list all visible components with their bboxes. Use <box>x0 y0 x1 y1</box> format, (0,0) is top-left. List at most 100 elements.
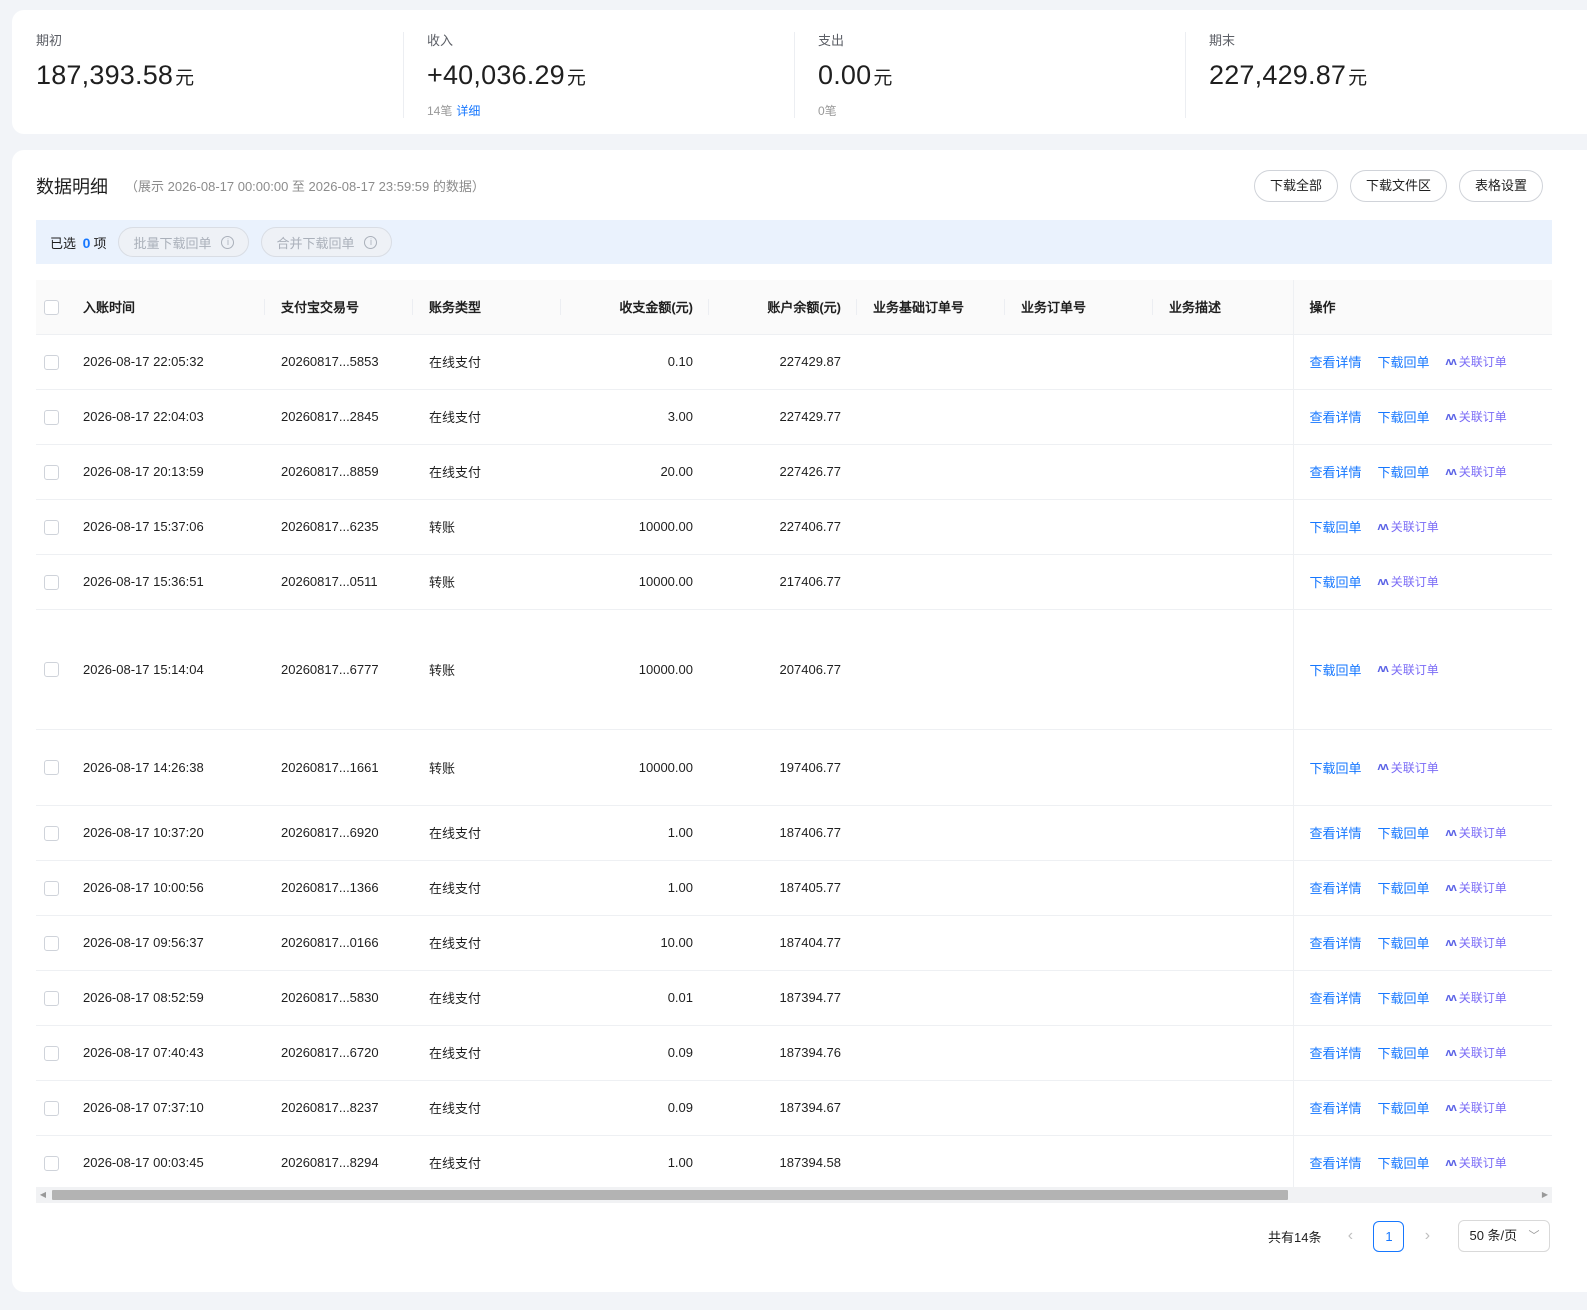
row-checkbox[interactable] <box>44 464 59 480</box>
download-files-button[interactable]: 下载文件区 <box>1350 170 1448 202</box>
cell-desc <box>1153 805 1293 861</box>
link-order-link[interactable]: ʌʌ 关联订单 <box>1446 824 1507 841</box>
batch-download-button[interactable]: 批量下载回单 i <box>118 227 250 257</box>
table-settings-button[interactable]: 表格设置 <box>1459 170 1544 202</box>
view-detail-link[interactable]: 查看详情 <box>1310 933 1362 952</box>
row-checkbox[interactable] <box>44 354 59 370</box>
download-receipt-link[interactable]: 下载回单 <box>1310 517 1362 536</box>
cell-amount: 10000.00 <box>561 609 709 730</box>
cell-balance: 187394.67 <box>709 1080 857 1136</box>
link-order-link[interactable]: ʌʌ 关联订单 <box>1378 759 1439 776</box>
view-detail-link[interactable]: 查看详情 <box>1310 352 1362 371</box>
cell-trade-no: 20260817...8859 <box>265 444 413 500</box>
data-detail-panel: 数据明细 （展示 2026-08-17 00:00:00 至 2026-08-1… <box>12 150 1587 1292</box>
col-type: 账务类型 <box>413 280 561 335</box>
next-page-button[interactable]: › <box>1416 1227 1438 1245</box>
download-receipt-link[interactable]: 下载回单 <box>1378 1098 1430 1117</box>
cell-amount: 1.00 <box>561 1135 709 1191</box>
download-receipt-link[interactable]: 下载回单 <box>1378 933 1430 952</box>
row-checkbox[interactable] <box>44 990 59 1006</box>
income-detail-link[interactable]: 详细 <box>456 104 480 118</box>
view-detail-link[interactable]: 查看详情 <box>1310 462 1362 481</box>
table-row: 2026-08-17 10:37:20 20260817...6920 在线支付 1.… <box>36 805 1552 861</box>
cell-order <box>1005 915 1153 971</box>
stat-income: 收入 +40,036.29 元 14笔 详细 <box>403 32 794 134</box>
cell-amount: 1.00 <box>561 805 709 861</box>
col-time[interactable]: 入账时间 <box>68 280 265 335</box>
col-order: 业务订单号 <box>1005 280 1153 335</box>
download-receipt-link[interactable]: 下载回单 <box>1378 1153 1430 1172</box>
prev-page-button[interactable]: ‹ <box>1339 1227 1361 1245</box>
link-order-link[interactable]: ʌʌ 关联订单 <box>1446 353 1507 370</box>
table-row: 2026-08-17 22:04:03 20260817...2845 在线支付 3.… <box>36 389 1552 445</box>
view-detail-link[interactable]: 查看详情 <box>1310 878 1362 897</box>
download-receipt-link[interactable]: 下载回单 <box>1378 407 1430 426</box>
table-row: 2026-08-17 10:00:56 20260817...1366 在线支付 1.… <box>36 860 1552 916</box>
cell-ops: 查看详情 下载回单 ʌʌ 关联订单 <box>1292 970 1552 1026</box>
link-order-link[interactable]: ʌʌ 关联订单 <box>1446 463 1507 480</box>
view-detail-link[interactable]: 查看详情 <box>1310 1043 1362 1062</box>
cell-order <box>1005 1080 1153 1136</box>
row-checkbox[interactable] <box>44 880 59 896</box>
row-checkbox[interactable] <box>44 1045 59 1061</box>
download-receipt-link[interactable]: 下载回单 <box>1310 758 1362 777</box>
row-checkbox[interactable] <box>44 519 59 535</box>
download-receipt-link[interactable]: 下载回单 <box>1310 660 1362 679</box>
row-checkbox-cell <box>36 389 68 445</box>
link-order-link[interactable]: ʌʌ 关联订单 <box>1446 408 1507 425</box>
cell-type: 在线支付 <box>413 860 561 916</box>
page-number-button[interactable]: 1 <box>1373 1220 1405 1252</box>
row-checkbox[interactable] <box>44 825 59 841</box>
cell-balance: 227406.77 <box>709 499 857 555</box>
link-order-link[interactable]: ʌʌ 关联订单 <box>1446 1154 1507 1171</box>
chevron-right-icon[interactable]: ▶ <box>1538 1187 1552 1203</box>
select-all-checkbox[interactable] <box>44 299 59 315</box>
download-receipt-link[interactable]: 下载回单 <box>1378 462 1430 481</box>
row-checkbox[interactable] <box>44 1155 59 1171</box>
chevron-left-icon[interactable]: ◀ <box>36 1187 50 1203</box>
horizontal-scrollbar[interactable]: ◀ ▶ <box>36 1187 1552 1203</box>
row-checkbox[interactable] <box>44 409 59 425</box>
view-detail-link[interactable]: 查看详情 <box>1310 1098 1362 1117</box>
link-order-link[interactable]: ʌʌ 关联订单 <box>1378 661 1439 678</box>
download-receipt-link[interactable]: 下载回单 <box>1310 572 1362 591</box>
table-row: 2026-08-17 08:52:59 20260817...5830 在线支付 0.… <box>36 970 1552 1026</box>
cell-type: 转账 <box>413 499 561 555</box>
cell-desc <box>1153 609 1293 730</box>
row-checkbox[interactable] <box>44 574 59 590</box>
row-checkbox[interactable] <box>44 760 59 776</box>
cell-desc <box>1153 1080 1293 1136</box>
row-checkbox[interactable] <box>44 935 59 951</box>
view-detail-link[interactable]: 查看详情 <box>1310 407 1362 426</box>
scrollbar-thumb[interactable] <box>52 1190 1288 1200</box>
download-receipt-link[interactable]: 下载回单 <box>1378 823 1430 842</box>
cell-time: 2026-08-17 14:26:38 <box>68 729 265 806</box>
cell-base-order <box>857 1025 1005 1081</box>
merge-download-button[interactable]: 合并下载回单 i <box>261 227 393 257</box>
cell-ops: 查看详情 下载回单 ʌʌ 关联订单 <box>1292 1080 1552 1136</box>
link-order-link[interactable]: ʌʌ 关联订单 <box>1446 934 1507 951</box>
download-all-button[interactable]: 下载全部 <box>1254 170 1339 202</box>
link-order-link[interactable]: ʌʌ 关联订单 <box>1446 989 1507 1006</box>
link-order-link[interactable]: ʌʌ 关联订单 <box>1446 1044 1507 1061</box>
link-order-link[interactable]: ʌʌ 关联订单 <box>1446 879 1507 896</box>
cell-trade-no: 20260817...1661 <box>265 729 413 806</box>
link-order-link[interactable]: ʌʌ 关联订单 <box>1378 518 1439 535</box>
view-detail-link[interactable]: 查看详情 <box>1310 1153 1362 1172</box>
view-detail-link[interactable]: 查看详情 <box>1310 988 1362 1007</box>
link-order-link[interactable]: ʌʌ 关联订单 <box>1378 573 1439 590</box>
download-receipt-link[interactable]: 下载回单 <box>1378 878 1430 897</box>
cell-amount: 20.00 <box>561 444 709 500</box>
row-checkbox[interactable] <box>44 662 59 678</box>
row-checkbox[interactable] <box>44 1100 59 1116</box>
page-size-select[interactable]: 50 条/页 ﹀ <box>1458 1220 1551 1252</box>
download-receipt-link[interactable]: 下载回单 <box>1378 988 1430 1007</box>
cell-ops: 下载回单 ʌʌ 关联订单 <box>1292 499 1552 555</box>
download-receipt-link[interactable]: 下载回单 <box>1378 1043 1430 1062</box>
table-row: 2026-08-17 22:05:32 20260817...5853 在线支付 0.… <box>36 334 1552 390</box>
download-receipt-link[interactable]: 下载回单 <box>1378 352 1430 371</box>
row-checkbox-cell <box>36 729 68 806</box>
link-order-link[interactable]: ʌʌ 关联订单 <box>1446 1099 1507 1116</box>
table-row: 2026-08-17 14:26:38 20260817...1661 转账 1000… <box>36 729 1552 806</box>
view-detail-link[interactable]: 查看详情 <box>1310 823 1362 842</box>
